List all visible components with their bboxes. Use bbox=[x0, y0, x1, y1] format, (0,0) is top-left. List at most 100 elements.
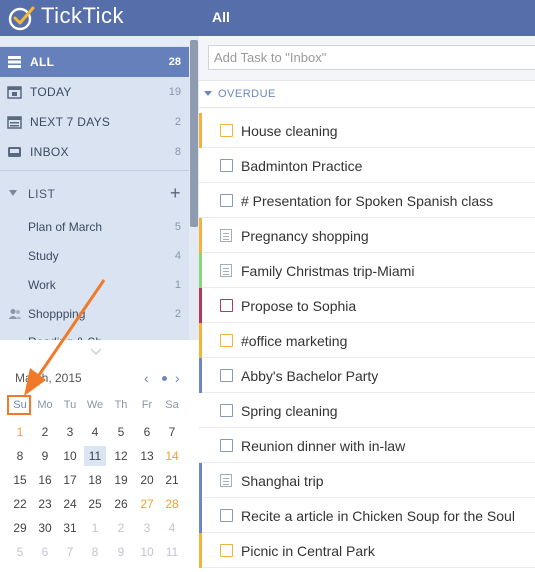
list-section-header[interactable]: LIST + bbox=[0, 182, 189, 206]
task-checkbox[interactable] bbox=[220, 439, 233, 452]
calendar-day[interactable]: 5 bbox=[110, 422, 132, 442]
calendar-day[interactable]: 19 bbox=[110, 470, 132, 490]
calendar-day[interactable]: 11 bbox=[84, 446, 106, 466]
calendar-day[interactable]: 3 bbox=[136, 518, 158, 538]
sidebar-item-next-7-days[interactable]: NEXT 7 DAYS 2 bbox=[0, 107, 189, 137]
calendar-today-dot-icon[interactable] bbox=[162, 376, 167, 381]
task-checkbox[interactable] bbox=[220, 159, 233, 172]
calendar-day[interactable]: 30 bbox=[34, 518, 56, 538]
calendar-day[interactable]: 1 bbox=[84, 518, 106, 538]
task-row[interactable]: Badminton Practice bbox=[199, 148, 535, 183]
task-title[interactable]: Propose to Sophia bbox=[241, 298, 356, 314]
calendar-day[interactable]: 5 bbox=[9, 542, 31, 562]
calendar-day[interactable]: 27 bbox=[136, 494, 158, 514]
calendar-day[interactable]: 23 bbox=[34, 494, 56, 514]
calendar-day[interactable]: 7 bbox=[161, 422, 183, 442]
calendar-day[interactable]: 13 bbox=[136, 446, 158, 466]
calendar-day[interactable]: 9 bbox=[110, 542, 132, 562]
calendar-day[interactable]: 3 bbox=[59, 422, 81, 442]
add-list-button[interactable]: + bbox=[170, 182, 181, 204]
calendar-day[interactable]: 20 bbox=[136, 470, 158, 490]
note-icon[interactable] bbox=[220, 264, 232, 277]
task-title[interactable]: Picnic in Central Park bbox=[241, 543, 375, 559]
calendar-day[interactable]: 29 bbox=[9, 518, 31, 538]
calendar-day[interactable]: 16 bbox=[34, 470, 56, 490]
sidebar-list-item[interactable]: Plan of March 5 bbox=[0, 213, 189, 241]
calendar-day[interactable]: 8 bbox=[84, 542, 106, 562]
calendar-day[interactable]: 26 bbox=[110, 494, 132, 514]
chevron-down-icon[interactable] bbox=[90, 348, 102, 356]
task-row[interactable]: #office marketing bbox=[199, 323, 535, 358]
sidebar-item-today[interactable]: TODAY 19 bbox=[0, 77, 189, 107]
calendar-day[interactable]: 1 bbox=[9, 422, 31, 442]
task-checkbox[interactable] bbox=[220, 124, 233, 137]
task-checkbox[interactable] bbox=[220, 509, 233, 522]
task-checkbox[interactable] bbox=[220, 544, 233, 557]
calendar-day[interactable]: 6 bbox=[136, 422, 158, 442]
calendar-day[interactable]: 7 bbox=[59, 542, 81, 562]
task-row[interactable]: Shanghai trip bbox=[199, 463, 535, 498]
task-title[interactable]: House cleaning bbox=[241, 123, 338, 139]
calendar-day[interactable]: 28 bbox=[161, 494, 183, 514]
calendar-day[interactable]: 21 bbox=[161, 470, 183, 490]
calendar-day[interactable]: 9 bbox=[34, 446, 56, 466]
task-row[interactable]: Family Christmas trip-Miami bbox=[199, 253, 535, 288]
task-checkbox[interactable] bbox=[220, 299, 233, 312]
calendar-day[interactable]: 15 bbox=[9, 470, 31, 490]
task-title[interactable]: Recite a article in Chicken Soup for the… bbox=[241, 508, 515, 524]
task-checkbox[interactable] bbox=[220, 194, 233, 207]
calendar-day[interactable]: 4 bbox=[161, 518, 183, 538]
task-row[interactable]: Abby's Bachelor Party bbox=[199, 358, 535, 393]
calendar-day[interactable]: 10 bbox=[59, 446, 81, 466]
task-row[interactable]: Reunion dinner with in-law bbox=[199, 428, 535, 463]
task-row[interactable]: Picnic in Central Park bbox=[199, 533, 535, 568]
note-icon[interactable] bbox=[220, 474, 232, 487]
calendar-day[interactable]: 14 bbox=[161, 446, 183, 466]
task-title[interactable]: Badminton Practice bbox=[241, 158, 362, 174]
calendar-day[interactable]: 17 bbox=[59, 470, 81, 490]
calendar-day[interactable]: 2 bbox=[34, 422, 56, 442]
task-row[interactable]: Pregnancy shopping bbox=[199, 218, 535, 253]
sidebar-scrollbar-thumb[interactable] bbox=[190, 40, 198, 227]
add-task-input[interactable]: Add Task to "Inbox" bbox=[208, 45, 535, 70]
sidebar-list-item[interactable]: Study 4 bbox=[0, 242, 189, 270]
task-title[interactable]: Family Christmas trip-Miami bbox=[241, 263, 414, 279]
calendar-day[interactable]: 12 bbox=[110, 446, 132, 466]
task-row[interactable]: House cleaning bbox=[199, 113, 535, 148]
task-title[interactable]: Shanghai trip bbox=[241, 473, 324, 489]
task-row[interactable]: Recite a article in Chicken Soup for the… bbox=[199, 498, 535, 533]
calendar-day[interactable]: 8 bbox=[9, 446, 31, 466]
task-title[interactable]: Pregnancy shopping bbox=[241, 228, 369, 244]
calendar-day[interactable]: 2 bbox=[110, 518, 132, 538]
calendar-day[interactable]: 11 bbox=[161, 542, 183, 562]
overdue-section-header[interactable]: OVERDUE bbox=[199, 81, 535, 108]
task-checkbox[interactable] bbox=[220, 404, 233, 417]
task-row[interactable]: Spring cleaning bbox=[199, 393, 535, 428]
note-icon[interactable] bbox=[220, 229, 232, 242]
sidebar-item-inbox[interactable]: INBOX 8 bbox=[0, 137, 189, 167]
task-checkbox[interactable] bbox=[220, 369, 233, 382]
collapse-caret-icon[interactable] bbox=[204, 91, 212, 96]
task-checkbox[interactable] bbox=[220, 334, 233, 347]
sidebar-item-all[interactable]: ALL 28 bbox=[0, 47, 189, 77]
calendar-day[interactable]: 6 bbox=[34, 542, 56, 562]
sidebar-list-item[interactable]: Work 1 bbox=[0, 271, 189, 299]
task-title[interactable]: Reunion dinner with in-law bbox=[241, 438, 405, 454]
calendar-prev-icon[interactable]: ‹ bbox=[144, 370, 149, 386]
calendar-day[interactable]: 25 bbox=[84, 494, 106, 514]
task-row[interactable]: # Presentation for Spoken Spanish class bbox=[199, 183, 535, 218]
task-row[interactable]: Propose to Sophia bbox=[199, 288, 535, 323]
task-title[interactable]: # Presentation for Spoken Spanish class bbox=[241, 193, 493, 209]
calendar-day[interactable]: 31 bbox=[59, 518, 81, 538]
calendar-day[interactable]: 18 bbox=[84, 470, 106, 490]
calendar-day[interactable]: 24 bbox=[59, 494, 81, 514]
task-title[interactable]: Abby's Bachelor Party bbox=[241, 368, 378, 384]
task-title[interactable]: Spring cleaning bbox=[241, 403, 338, 419]
calendar-day[interactable]: 4 bbox=[84, 422, 106, 442]
collapse-caret-icon[interactable] bbox=[9, 190, 17, 196]
sidebar-list-item[interactable]: Shoppping 2 bbox=[0, 300, 189, 328]
calendar-day[interactable]: 22 bbox=[9, 494, 31, 514]
calendar-next-icon[interactable]: › bbox=[175, 370, 180, 386]
task-title[interactable]: #office marketing bbox=[241, 333, 347, 349]
calendar-day[interactable]: 10 bbox=[136, 542, 158, 562]
